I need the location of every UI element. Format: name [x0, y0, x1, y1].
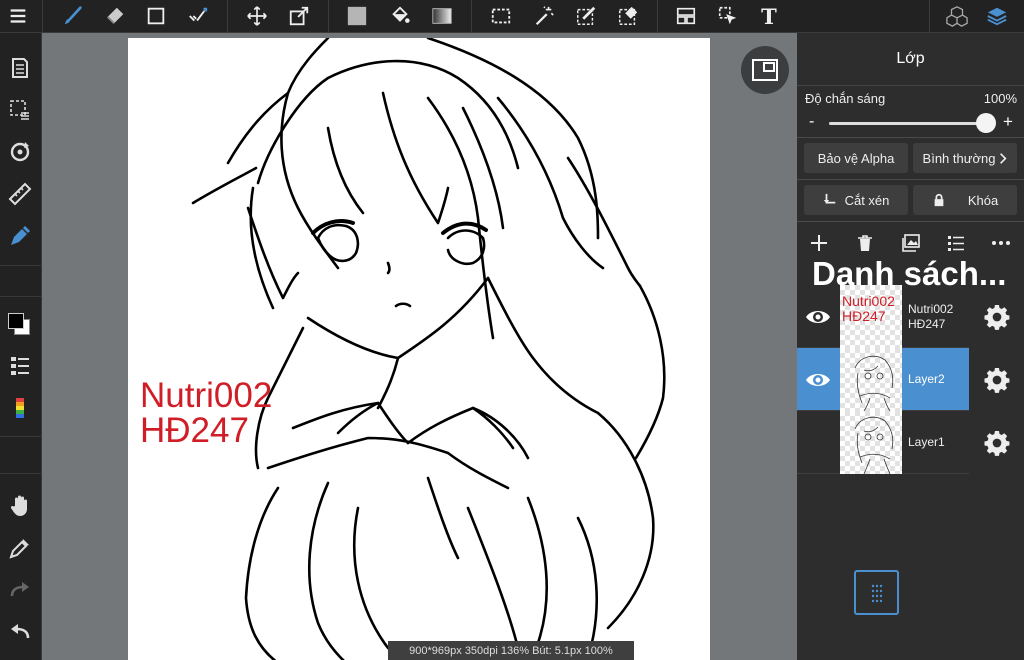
layer-thumbnail	[840, 348, 902, 411]
gear-icon	[983, 304, 1009, 330]
layer-name: Layer1	[908, 411, 945, 474]
blend-mode-button[interactable]: Bình thường	[913, 143, 1017, 173]
layer-settings-button[interactable]	[969, 411, 1024, 474]
eye-icon[interactable]	[803, 365, 833, 395]
left-toolbar	[0, 33, 42, 660]
ruler-icon[interactable]	[5, 179, 35, 209]
fill-color-icon[interactable]	[343, 3, 371, 29]
alpha-protect-button[interactable]: Bảo vệ Alpha	[804, 143, 908, 173]
gradient-icon[interactable]	[428, 3, 456, 29]
add-layer-area-button[interactable]	[854, 570, 899, 615]
more-options-icon[interactable]	[988, 230, 1014, 256]
move-icon[interactable]	[243, 3, 271, 29]
layer-name: Layer2	[908, 348, 945, 411]
shape-icon[interactable]	[142, 3, 170, 29]
redo-icon[interactable]	[5, 575, 35, 605]
document-icon[interactable]	[5, 53, 35, 83]
undo-icon[interactable]	[5, 617, 35, 647]
color-palette-icon[interactable]	[5, 393, 35, 423]
layer-settings-button[interactable]	[969, 285, 1024, 348]
opacity-row: Độ chắn sáng 100%	[805, 91, 1017, 106]
opacity-thumb[interactable]	[976, 113, 996, 133]
opacity-track[interactable]	[829, 122, 989, 125]
magic-wand-icon[interactable]	[530, 3, 558, 29]
layer-row[interactable]: Layer1	[797, 411, 1024, 474]
smudge-icon[interactable]	[184, 3, 212, 29]
drawing-canvas[interactable]: Nutri002 HĐ247	[128, 38, 710, 660]
alpha-protect-label: Bảo vệ Alpha	[817, 150, 895, 166]
layer-thumbnail	[840, 411, 902, 474]
gear-icon	[983, 367, 1009, 393]
navigator-icon	[752, 59, 778, 81]
snap-pen-icon[interactable]	[5, 221, 35, 251]
add-layer-icon[interactable]	[806, 230, 832, 256]
pointer-icon[interactable]	[714, 3, 742, 29]
watermark-line-2: HĐ247	[140, 411, 249, 450]
eyedropper-icon[interactable]	[5, 533, 35, 563]
sketch-thumbnail	[854, 416, 894, 474]
layer-name-text: Layer1	[908, 435, 945, 449]
sketch-thumbnail	[854, 355, 894, 411]
opacity-label: Độ chắn sáng	[805, 91, 886, 106]
brush-icon[interactable]	[59, 3, 87, 29]
eye-hidden-icon[interactable]	[803, 428, 833, 458]
layer-name-line-1: Nutri002	[908, 301, 954, 316]
layer-list-icon[interactable]	[5, 351, 35, 381]
clip-button[interactable]: Cắt xén	[804, 185, 908, 215]
select-pen-icon[interactable]	[572, 3, 600, 29]
panel-title: Lớp	[797, 33, 1024, 86]
delete-layer-icon[interactable]	[852, 230, 878, 256]
watermark-line-1: Nutri002	[140, 376, 273, 415]
bucket-icon[interactable]	[386, 3, 414, 29]
watermark: Nutri002 HĐ247	[140, 378, 272, 448]
lock-label: Khóa	[967, 192, 999, 208]
layer-tools	[797, 228, 1024, 258]
hand-icon[interactable]	[5, 491, 35, 521]
eye-icon[interactable]	[803, 302, 833, 332]
3d-icon[interactable]	[943, 3, 971, 29]
gear-icon	[983, 430, 1009, 456]
grid-dots-icon	[871, 584, 882, 602]
layer-row[interactable]: Nutri002 HĐ247 Nutri002 HĐ247	[797, 285, 1024, 348]
layer-name: Nutri002 HĐ247	[908, 285, 953, 348]
layer-settings-button[interactable]	[969, 348, 1024, 411]
opacity-slider[interactable]: - +	[797, 109, 1024, 137]
layers-icon[interactable]	[983, 3, 1011, 29]
opacity-value: 100%	[983, 91, 1017, 106]
text-icon[interactable]: T	[755, 3, 783, 29]
canvas-area[interactable]: Nutri002 HĐ247 900*969px 350dpi 136% Bút…	[42, 33, 797, 660]
menu-icon[interactable]	[4, 3, 32, 29]
thumbnail-text-line-2: HĐ247	[842, 308, 886, 324]
primary-color-swatch[interactable]	[8, 313, 24, 329]
navigator-button[interactable]	[741, 46, 789, 94]
rotate-view-icon[interactable]	[5, 137, 35, 167]
clip-icon	[823, 193, 835, 204]
color-swatch[interactable]	[8, 313, 32, 337]
selection-layer-icon[interactable]	[5, 95, 35, 125]
lock-button[interactable]: Khóa	[913, 185, 1017, 215]
transform-icon[interactable]	[285, 3, 313, 29]
layer-thumbnail: Nutri002 HĐ247	[840, 285, 902, 348]
blend-mode-label: Bình thường	[922, 150, 996, 166]
clip-label: Cắt xén	[844, 192, 890, 208]
select-rect-icon[interactable]	[487, 3, 515, 29]
layer-name-text: Layer2	[908, 372, 945, 386]
sketch-drawing	[191, 38, 666, 660]
image-layer-icon[interactable]	[898, 230, 924, 256]
select-eraser-icon[interactable]	[614, 3, 642, 29]
top-toolbar: T	[0, 0, 1024, 33]
frame-icon[interactable]	[672, 3, 700, 29]
layer-name-line-2: HĐ247	[908, 316, 946, 331]
canvas-status-bar: 900*969px 350dpi 136% Bút: 5.1px 100%	[388, 641, 634, 660]
opacity-minus-button[interactable]: -	[809, 113, 814, 131]
chevron-right-icon	[1000, 152, 1007, 164]
layer-row-selected[interactable]: Layer2	[797, 348, 1024, 411]
lock-icon	[934, 193, 944, 207]
eraser-icon[interactable]	[101, 3, 129, 29]
thumbnail-text-line-1: Nutri002	[842, 293, 895, 309]
layers-panel: Lớp Độ chắn sáng 100% - + Bảo vệ Alpha B…	[797, 33, 1024, 660]
opacity-plus-button[interactable]: +	[1003, 112, 1013, 132]
layer-list-view-icon[interactable]	[943, 230, 969, 256]
